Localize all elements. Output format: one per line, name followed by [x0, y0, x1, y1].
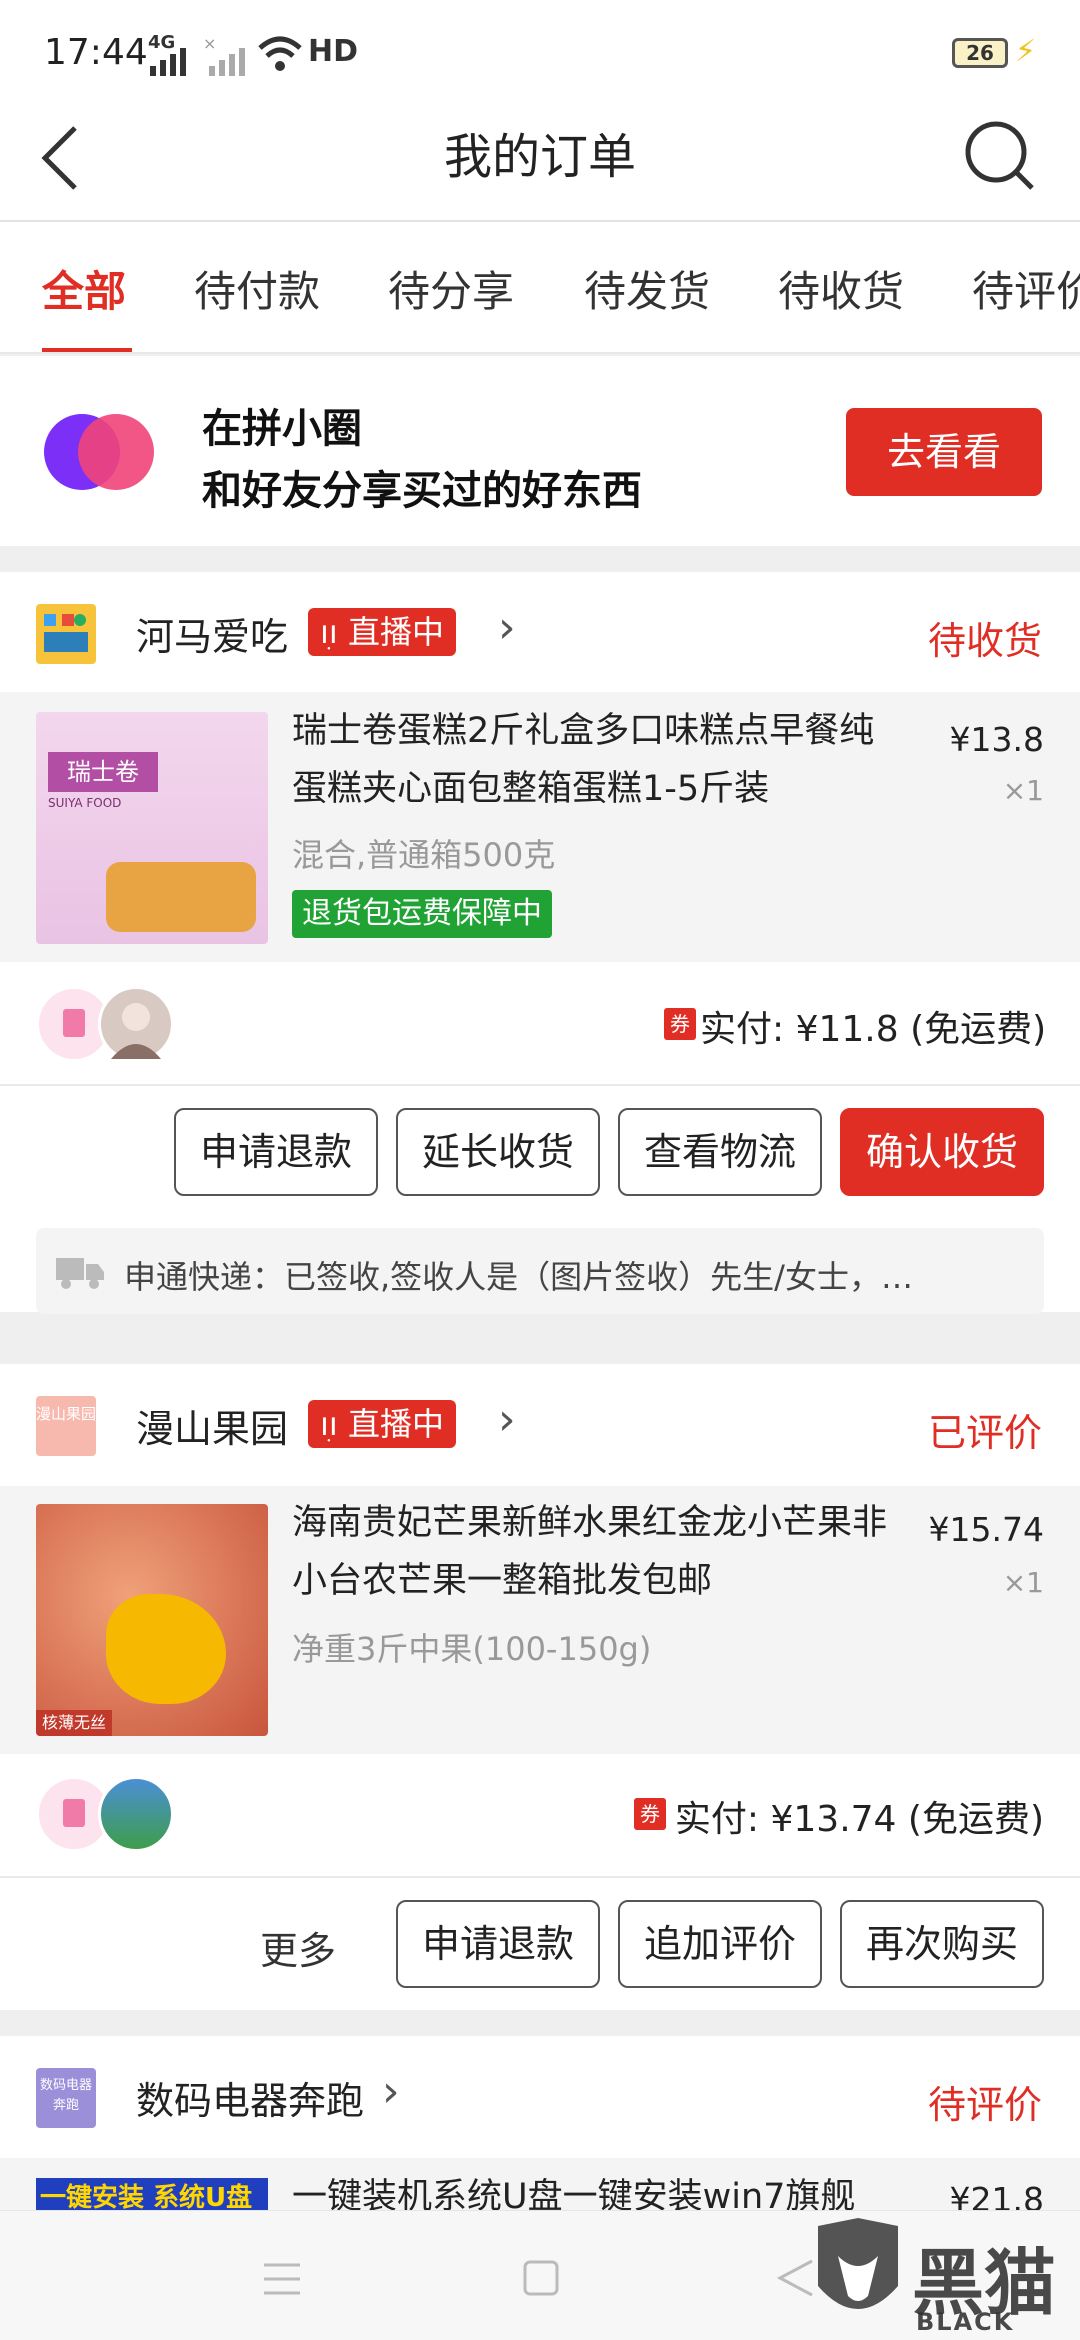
cake-image [106, 862, 256, 932]
confirm-receipt-button[interactable]: 确认收货 [840, 1108, 1044, 1196]
product-price: ¥15.74 [928, 1510, 1044, 1549]
live-bars-icon: ıׅı [320, 1405, 348, 1443]
pinxiaoquan-logo-overlap [78, 414, 154, 490]
product-title: 瑞士卷蛋糕2斤礼盒多口味糕点早餐纯蛋糕夹心面包整箱蛋糕1-5斤装 [292, 711, 875, 809]
paid-amount: 实付: ¥11.8 (免运费) [700, 1009, 1047, 1050]
shop-name[interactable]: 河马爱吃 [136, 606, 288, 661]
order-status: 待评价 [928, 2083, 1043, 2127]
chevron-right-icon[interactable]: › [498, 602, 516, 653]
logistics-text: 申通快递：已签收,签收人是（图片签收）先生/女士，… [124, 1258, 913, 1296]
chevron-right-icon[interactable]: › [498, 1394, 516, 1445]
mango-image [106, 1594, 226, 1704]
avatar[interactable] [98, 1776, 174, 1852]
chevron-right-icon[interactable]: › [382, 2066, 400, 2117]
tab-pending-payment[interactable]: 待付款 [194, 258, 320, 319]
order-status: 已评价 [928, 1411, 1043, 1455]
product-spec: 净重3斤中果(100-150g) [292, 1630, 652, 1668]
paid-amount: 实付: ¥13.74 (免运费) [674, 1799, 1044, 1840]
order-card: 数码电器奔跑 数码电器奔跑 › 待评价 一键安装 系统U盘 一键装机系统U盘一键… [0, 2036, 1080, 2238]
buy-again-button[interactable]: 再次购买 [840, 1900, 1044, 1988]
page-title: 我的订单 [443, 129, 636, 185]
product-qty: ×1 [1002, 1566, 1044, 1599]
battery-icon: 26 [952, 38, 1008, 68]
tab-pending-review[interactable]: 待评价 [972, 258, 1080, 319]
order-tabs: 全部 待付款 待分享 待发货 待收货 待评价 [0, 222, 1080, 354]
product-thumbnail[interactable]: 核薄无丝 [36, 1504, 268, 1736]
active-tab-indicator [42, 348, 132, 352]
thumb-brand: 瑞士卷 [48, 752, 158, 792]
live-bars-icon: ıׅı [320, 613, 348, 651]
tab-pending-receipt[interactable]: 待收货 [778, 258, 904, 319]
avatar[interactable] [98, 986, 174, 1062]
shop-name[interactable]: 漫山果园 [136, 1398, 288, 1453]
status-time: 17:44 [44, 32, 148, 73]
divider [0, 1084, 1080, 1086]
watermark-en: BLACK CAT [916, 2308, 1015, 2340]
refund-button[interactable]: 申请退款 [396, 1900, 600, 1988]
product-price: ¥13.8 [949, 720, 1044, 759]
wifi-icon [258, 36, 302, 71]
product-title: 海南贵妃芒果新鲜水果红金龙小芒果非小台农芒果一整箱批发包邮 [292, 1503, 888, 1601]
banner-title: 在拼小圈 [202, 406, 362, 452]
product-thumbnail[interactable]: 瑞士卷 SUIYA FOOD [36, 712, 268, 944]
order-card: 漫山果园 漫山果园 ıׅı 直播中 › 已评价 核薄无丝 海南贵妃芒果新鲜水果红… [0, 1364, 1080, 2010]
go-look-button[interactable]: 去看看 [846, 408, 1042, 496]
coupon-icon: 券 [634, 1798, 666, 1830]
status-bar: 17:44 4G × HD 26 ⚡ [0, 0, 1080, 100]
shop-icon [36, 604, 96, 664]
signal2-icon [209, 48, 245, 76]
menu-icon[interactable] [262, 2261, 302, 2297]
charging-icon: ⚡ [1015, 34, 1037, 69]
live-badge: ıׅı 直播中 [308, 1400, 456, 1448]
title-bar: 我的订单 [0, 100, 1080, 222]
tab-all[interactable]: 全部 [42, 258, 126, 319]
thumb-tag: 核薄无丝 [36, 1710, 113, 1736]
order-card: 河马爱吃 ıׅı 直播中 › 待收货 瑞士卷 SUIYA FOOD 瑞士卷蛋糕2… [0, 572, 1080, 1314]
search-icon[interactable] [960, 116, 1040, 196]
live-badge: ıׅı 直播中 [308, 608, 456, 656]
order-item[interactable]: 瑞士卷 SUIYA FOOD 瑞士卷蛋糕2斤礼盒多口味糕点早餐纯蛋糕夹心面包整箱… [0, 692, 1080, 962]
order-status: 待收货 [928, 619, 1043, 663]
shop-icon: 漫山果园 [36, 1396, 96, 1456]
view-logistics-button[interactable]: 查看物流 [618, 1108, 822, 1196]
product-spec: 混合,普通箱500克 [292, 836, 556, 874]
shop-icon: 数码电器奔跑 [36, 2068, 96, 2128]
watermark: 黑猫 BLACK CAT [800, 2210, 1080, 2340]
add-review-button[interactable]: 追加评价 [618, 1900, 822, 1988]
more-button[interactable]: 更多 [260, 1920, 336, 1975]
extend-receipt-button[interactable]: 延长收货 [396, 1108, 600, 1196]
logistics-info[interactable]: 申通快递：已签收,签收人是（图片签收）先生/女士，… [36, 1228, 1044, 1314]
tab-pending-shipment[interactable]: 待发货 [584, 258, 710, 319]
black-cat-logo-icon [818, 2218, 898, 2309]
shop-name[interactable]: 数码电器奔跑 [136, 2070, 364, 2125]
order-item[interactable]: 核薄无丝 海南贵妃芒果新鲜水果红金龙小芒果非小台农芒果一整箱批发包邮 净重3斤中… [0, 1486, 1080, 1754]
product-qty: ×1 [1002, 774, 1044, 807]
thumb-brand-en: SUIYA FOOD [48, 796, 122, 810]
divider [0, 1876, 1080, 1878]
home-icon[interactable] [522, 2259, 560, 2297]
signal-icon [150, 48, 186, 76]
truck-icon [56, 1258, 104, 1289]
hd-label: HD [308, 34, 359, 69]
refund-button[interactable]: 申请退款 [174, 1108, 378, 1196]
share-banner: 在拼小圈 和好友分享买过的好东西 去看看 [0, 356, 1080, 546]
coupon-icon: 券 [664, 1008, 696, 1040]
banner-subtitle: 和好友分享买过的好东西 [202, 468, 642, 514]
tab-pending-share[interactable]: 待分享 [388, 258, 514, 319]
guarantee-badge: 退货包运费保障中 [292, 890, 552, 938]
